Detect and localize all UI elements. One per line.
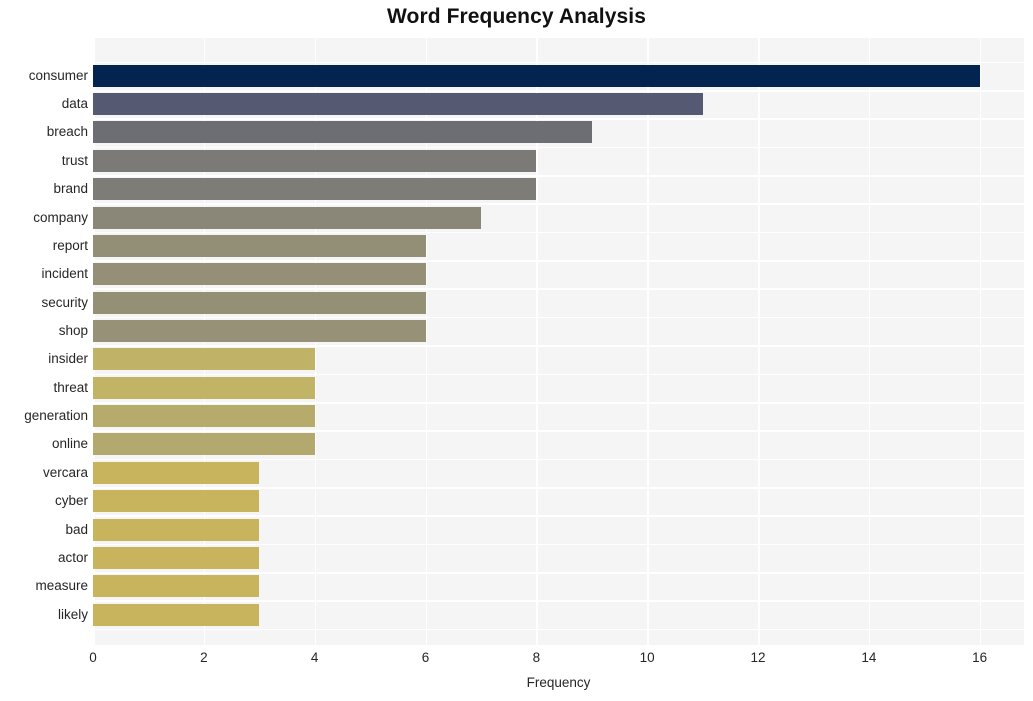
x-axis-tick-label: 16 — [972, 650, 988, 665]
bar — [93, 376, 315, 399]
chart-figure: Word Frequency Analysis consumer data brea… — [0, 0, 1033, 701]
y-axis-tick-label: threat — [53, 379, 88, 395]
x-axis-tick-label: 10 — [639, 650, 655, 665]
y-axis-tick-label: security — [41, 294, 88, 310]
bar — [93, 178, 537, 201]
y-axis-tick-labels: consumer data breach trust brand company repor… — [0, 38, 88, 645]
y-axis-tick-label: actor — [57, 549, 88, 565]
x-axis-tick-label: 6 — [421, 650, 430, 665]
y-axis-tick-label: company — [33, 209, 88, 225]
x-axis-tick-label: 0 — [89, 650, 97, 665]
bar — [93, 546, 260, 569]
y-axis-tick-label: consumer — [28, 67, 88, 83]
bar — [93, 490, 260, 513]
bar — [93, 121, 592, 144]
x-axis-tick-label: 12 — [750, 650, 766, 665]
y-axis-tick-label: report — [52, 237, 88, 253]
bar — [93, 320, 426, 342]
bar — [93, 405, 315, 428]
bar — [93, 263, 426, 286]
y-axis-tick-label: generation — [24, 408, 88, 424]
y-axis-tick-label: insider — [48, 351, 88, 367]
bar — [93, 461, 260, 484]
bar — [93, 149, 537, 172]
y-axis-tick-label: brand — [53, 181, 88, 197]
y-axis-tick-label: breach — [46, 124, 88, 140]
chart-title: Word Frequency Analysis — [386, 5, 647, 28]
y-axis-tick-label: bad — [65, 521, 88, 537]
bar — [93, 64, 980, 87]
y-axis-tick-label: data — [61, 96, 88, 112]
y-axis-tick-label: shop — [58, 323, 88, 338]
bar — [93, 234, 426, 257]
y-axis-tick-label: vercara — [42, 464, 88, 480]
bar — [93, 603, 260, 626]
x-axis-tick-label: 14 — [861, 650, 877, 665]
y-axis-tick-label: cyber — [54, 493, 88, 509]
bar — [93, 291, 426, 314]
bar — [93, 206, 481, 229]
x-axis-tick-labels: 0 2 4 6 8 10 12 14 16 — [0, 650, 1033, 670]
bar — [93, 575, 260, 598]
y-axis-tick-label: likely — [57, 606, 88, 622]
x-axis-tick-label: 4 — [310, 650, 319, 665]
bar — [93, 348, 315, 371]
x-axis-tick-label: 8 — [532, 650, 541, 665]
y-axis-tick-label: measure — [35, 578, 88, 594]
plot-area — [93, 38, 1024, 645]
y-axis-tick-label: online — [51, 436, 88, 452]
y-axis-tick-label: incident — [41, 266, 88, 282]
bars-group — [93, 38, 1024, 645]
x-axis-tick-label: 2 — [200, 650, 208, 665]
x-axis-title: Frequency — [526, 675, 591, 690]
bar — [93, 518, 260, 541]
bar — [93, 93, 703, 116]
y-axis-tick-label: trust — [61, 152, 88, 168]
bar — [93, 433, 315, 456]
